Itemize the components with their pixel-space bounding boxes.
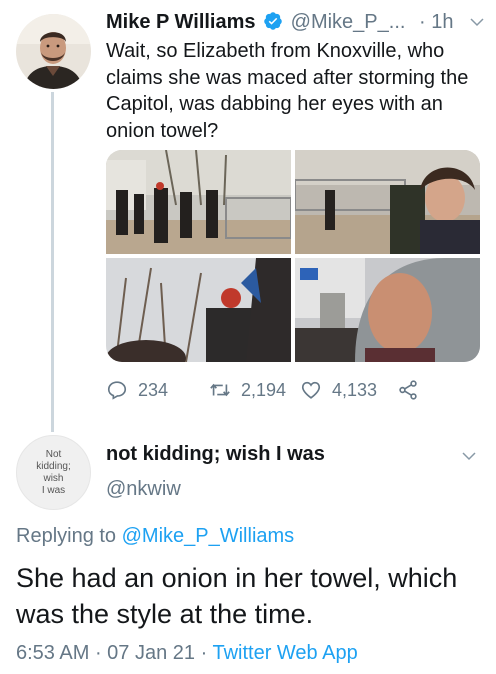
separator-dot: · [89,642,108,664]
separator-dot: · [419,11,426,33]
tweet-actions: 234 2,194 4,133 [106,377,436,403]
replying-to-line: Replying to @Mike_P_Williams [16,525,294,548]
avatar-text-line: kidding; [36,460,71,472]
reply-date[interactable]: 07 Jan 21 [107,642,195,664]
tweet-time[interactable]: 1h [431,11,453,33]
avatar-text-line: wish [43,472,64,484]
retweet-count: 2,194 [241,379,287,400]
avatar-text-line: Not [45,448,62,460]
thread-connector-line [51,92,54,432]
separator-dot: · [195,642,213,664]
media-grid[interactable] [106,150,480,362]
media-photo-1[interactable] [106,150,291,254]
like-action[interactable]: 4,133 [300,377,377,403]
tweet-text: Wait, so Elizabeth from Knoxville, who c… [106,40,469,142]
reply-icon [107,381,127,400]
reply-action[interactable]: 234 [106,377,168,403]
retweet-action[interactable]: 2,194 [209,377,286,403]
like-count: 4,133 [332,379,378,400]
media-photo-2[interactable] [295,150,480,254]
replying-to-label: Replying to [16,525,122,547]
reply-count: 234 [138,379,169,400]
chevron-down-icon[interactable] [468,13,486,31]
replying-to-link[interactable]: @Mike_P_Williams [122,525,295,547]
source-app-link[interactable]: Twitter Web App [212,642,357,664]
verified-badge-icon [264,12,282,30]
share-icon [399,380,417,400]
chevron-down-icon[interactable] [460,447,478,465]
share-action[interactable] [397,377,419,403]
reply-author-name[interactable]: not kidding; wish I was [106,443,325,466]
tweet-header: Mike P Williams @Mike_P_... · 1h [106,11,486,35]
retweet-icon [210,383,230,397]
reply-meta: 6:53 AM · 07 Jan 21 · Twitter Web App [16,642,358,665]
avatar-text-line: I was [41,484,66,496]
reply-time[interactable]: 6:53 AM [16,642,89,664]
media-photo-3[interactable] [106,258,291,362]
reply-author-handle[interactable]: @nkwiw [106,478,181,501]
avatar-not-kidding[interactable]: Not kidding; wish I was [16,435,91,510]
author-name[interactable]: Mike P Williams [106,11,256,33]
author-handle[interactable]: @Mike_P_... [291,11,406,33]
media-photo-4[interactable] [295,258,480,362]
like-icon [301,381,321,399]
reply-text: She had an onion in her towel, which was… [16,563,458,629]
avatar-mike-p-williams[interactable] [16,14,91,89]
